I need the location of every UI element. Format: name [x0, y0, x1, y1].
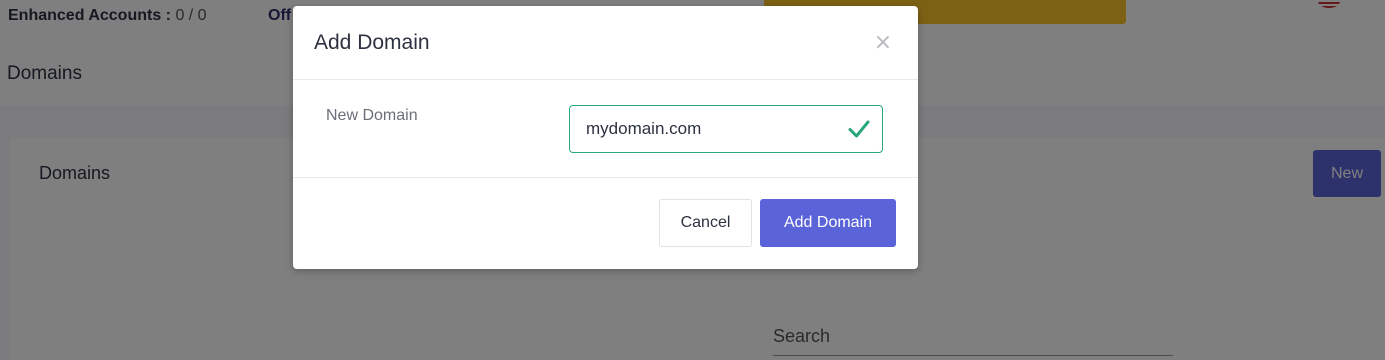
cancel-button[interactable]: Cancel	[659, 199, 752, 247]
add-domain-button[interactable]: Add Domain	[760, 199, 896, 247]
new-domain-label: New Domain	[326, 107, 418, 124]
check-icon	[848, 120, 870, 138]
modal-footer: Cancel Add Domain	[293, 178, 918, 269]
close-icon[interactable]: ×	[871, 28, 895, 56]
modal-title: Add Domain	[314, 31, 430, 54]
new-domain-field	[569, 105, 883, 153]
add-domain-modal: Add Domain × New Domain Cancel Add Domai…	[293, 6, 918, 269]
modal-header: Add Domain ×	[293, 6, 918, 80]
modal-body: New Domain	[293, 80, 918, 178]
new-domain-input[interactable]	[570, 106, 840, 152]
